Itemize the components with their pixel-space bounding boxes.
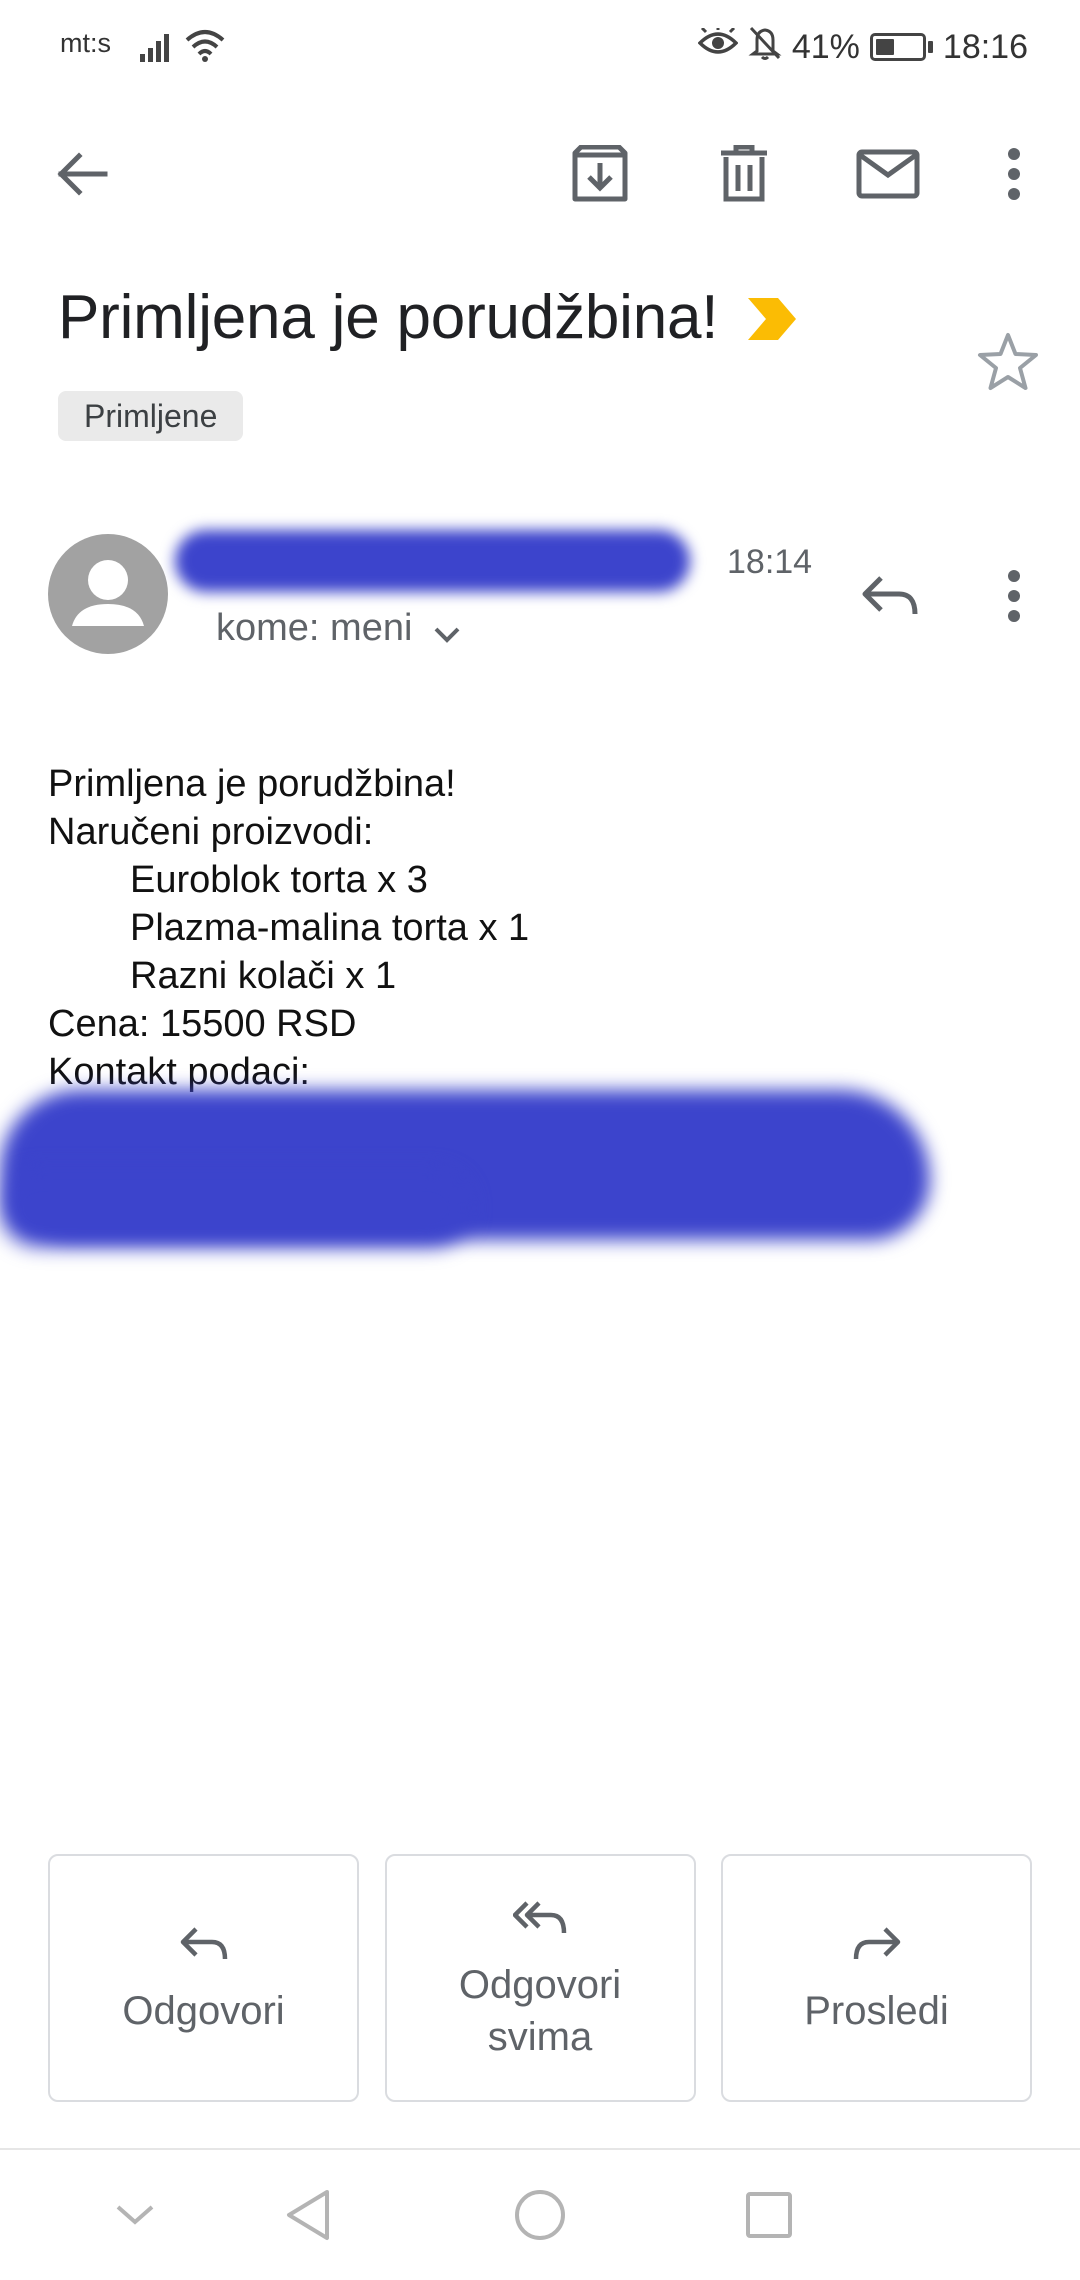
reply-label: Odgovori xyxy=(122,1989,285,2033)
home-nav-icon[interactable] xyxy=(485,2150,595,2280)
reply-icon[interactable] xyxy=(850,556,930,636)
clock: 18:16 xyxy=(942,27,1028,66)
forward-label: Prosledi xyxy=(804,1989,949,2033)
delete-icon[interactable] xyxy=(690,120,798,228)
email-toolbar xyxy=(0,120,1080,228)
star-icon[interactable] xyxy=(972,326,1044,398)
forward-button[interactable]: Prosledi xyxy=(721,1854,1032,2102)
recents-nav-icon[interactable] xyxy=(714,2150,824,2280)
hide-nav-chevron-icon[interactable] xyxy=(80,2150,190,2280)
reply-icon xyxy=(180,1919,228,1969)
reply-all-button[interactable]: Odgovori svima xyxy=(384,1854,696,2102)
contact-label: Kontakt podaci: xyxy=(48,1051,310,1093)
battery-level-fill xyxy=(875,39,894,55)
email-time: 18:14 xyxy=(727,543,813,581)
subject-row: Primljena je porudžbina! xyxy=(58,282,958,353)
order-item: Plazma-malina torta x 1 xyxy=(130,907,530,949)
order-item: Razni kolači x 1 xyxy=(130,955,397,997)
bell-off-icon xyxy=(748,25,782,70)
message-more-icon[interactable] xyxy=(978,556,1050,636)
archive-icon[interactable] xyxy=(546,120,654,228)
reply-button[interactable]: Odgovori xyxy=(48,1854,359,2102)
order-price: Cena: 15500 RSD xyxy=(48,1003,357,1045)
forward-icon xyxy=(853,1919,901,1969)
back-arrow-icon[interactable] xyxy=(28,120,136,228)
ordered-products-label: Naručeni proizvodi: xyxy=(48,811,374,853)
carrier-name: mt:s xyxy=(60,28,111,58)
email-screen: mt:s 41% 18:16 Primljena je porudžbina! … xyxy=(0,0,1080,2280)
label-chip[interactable]: Primljene xyxy=(58,391,244,441)
recipient-text: kome: meni xyxy=(216,607,413,649)
system-nav-bar xyxy=(0,2150,1080,2280)
wifi-icon xyxy=(184,28,226,69)
status-bar: mt:s 41% 18:16 xyxy=(0,0,1080,92)
more-vert-icon[interactable] xyxy=(960,120,1068,228)
status-right: 41% 18:16 xyxy=(697,22,1028,72)
body-heading: Primljena je porudžbina! xyxy=(48,763,456,805)
importance-marker-icon[interactable] xyxy=(746,296,798,347)
sender-avatar[interactable] xyxy=(48,534,168,654)
recipient-details[interactable]: kome: meni xyxy=(216,604,460,653)
eye-icon xyxy=(697,25,739,67)
reply-all-label: Odgovori svima xyxy=(458,1963,622,2059)
battery-percent: 41% xyxy=(791,27,860,66)
order-item: Euroblok torta x 3 xyxy=(130,859,428,901)
battery-icon xyxy=(869,33,933,61)
mark-unread-icon[interactable] xyxy=(834,120,942,228)
back-nav-icon[interactable] xyxy=(253,2150,363,2280)
email-subject: Primljena je porudžbina! xyxy=(58,283,719,352)
sender-redaction xyxy=(175,530,690,592)
signal-icon xyxy=(138,30,174,69)
chevron-down-icon xyxy=(434,610,460,653)
reply-all-icon xyxy=(513,1893,567,1943)
reply-actions: Odgovori Odgovori svima Prosledi xyxy=(48,1854,1032,2102)
contact-redaction xyxy=(0,1170,470,1246)
email-body: Primljena je porudžbina! Naručeni proizv… xyxy=(48,760,529,1096)
